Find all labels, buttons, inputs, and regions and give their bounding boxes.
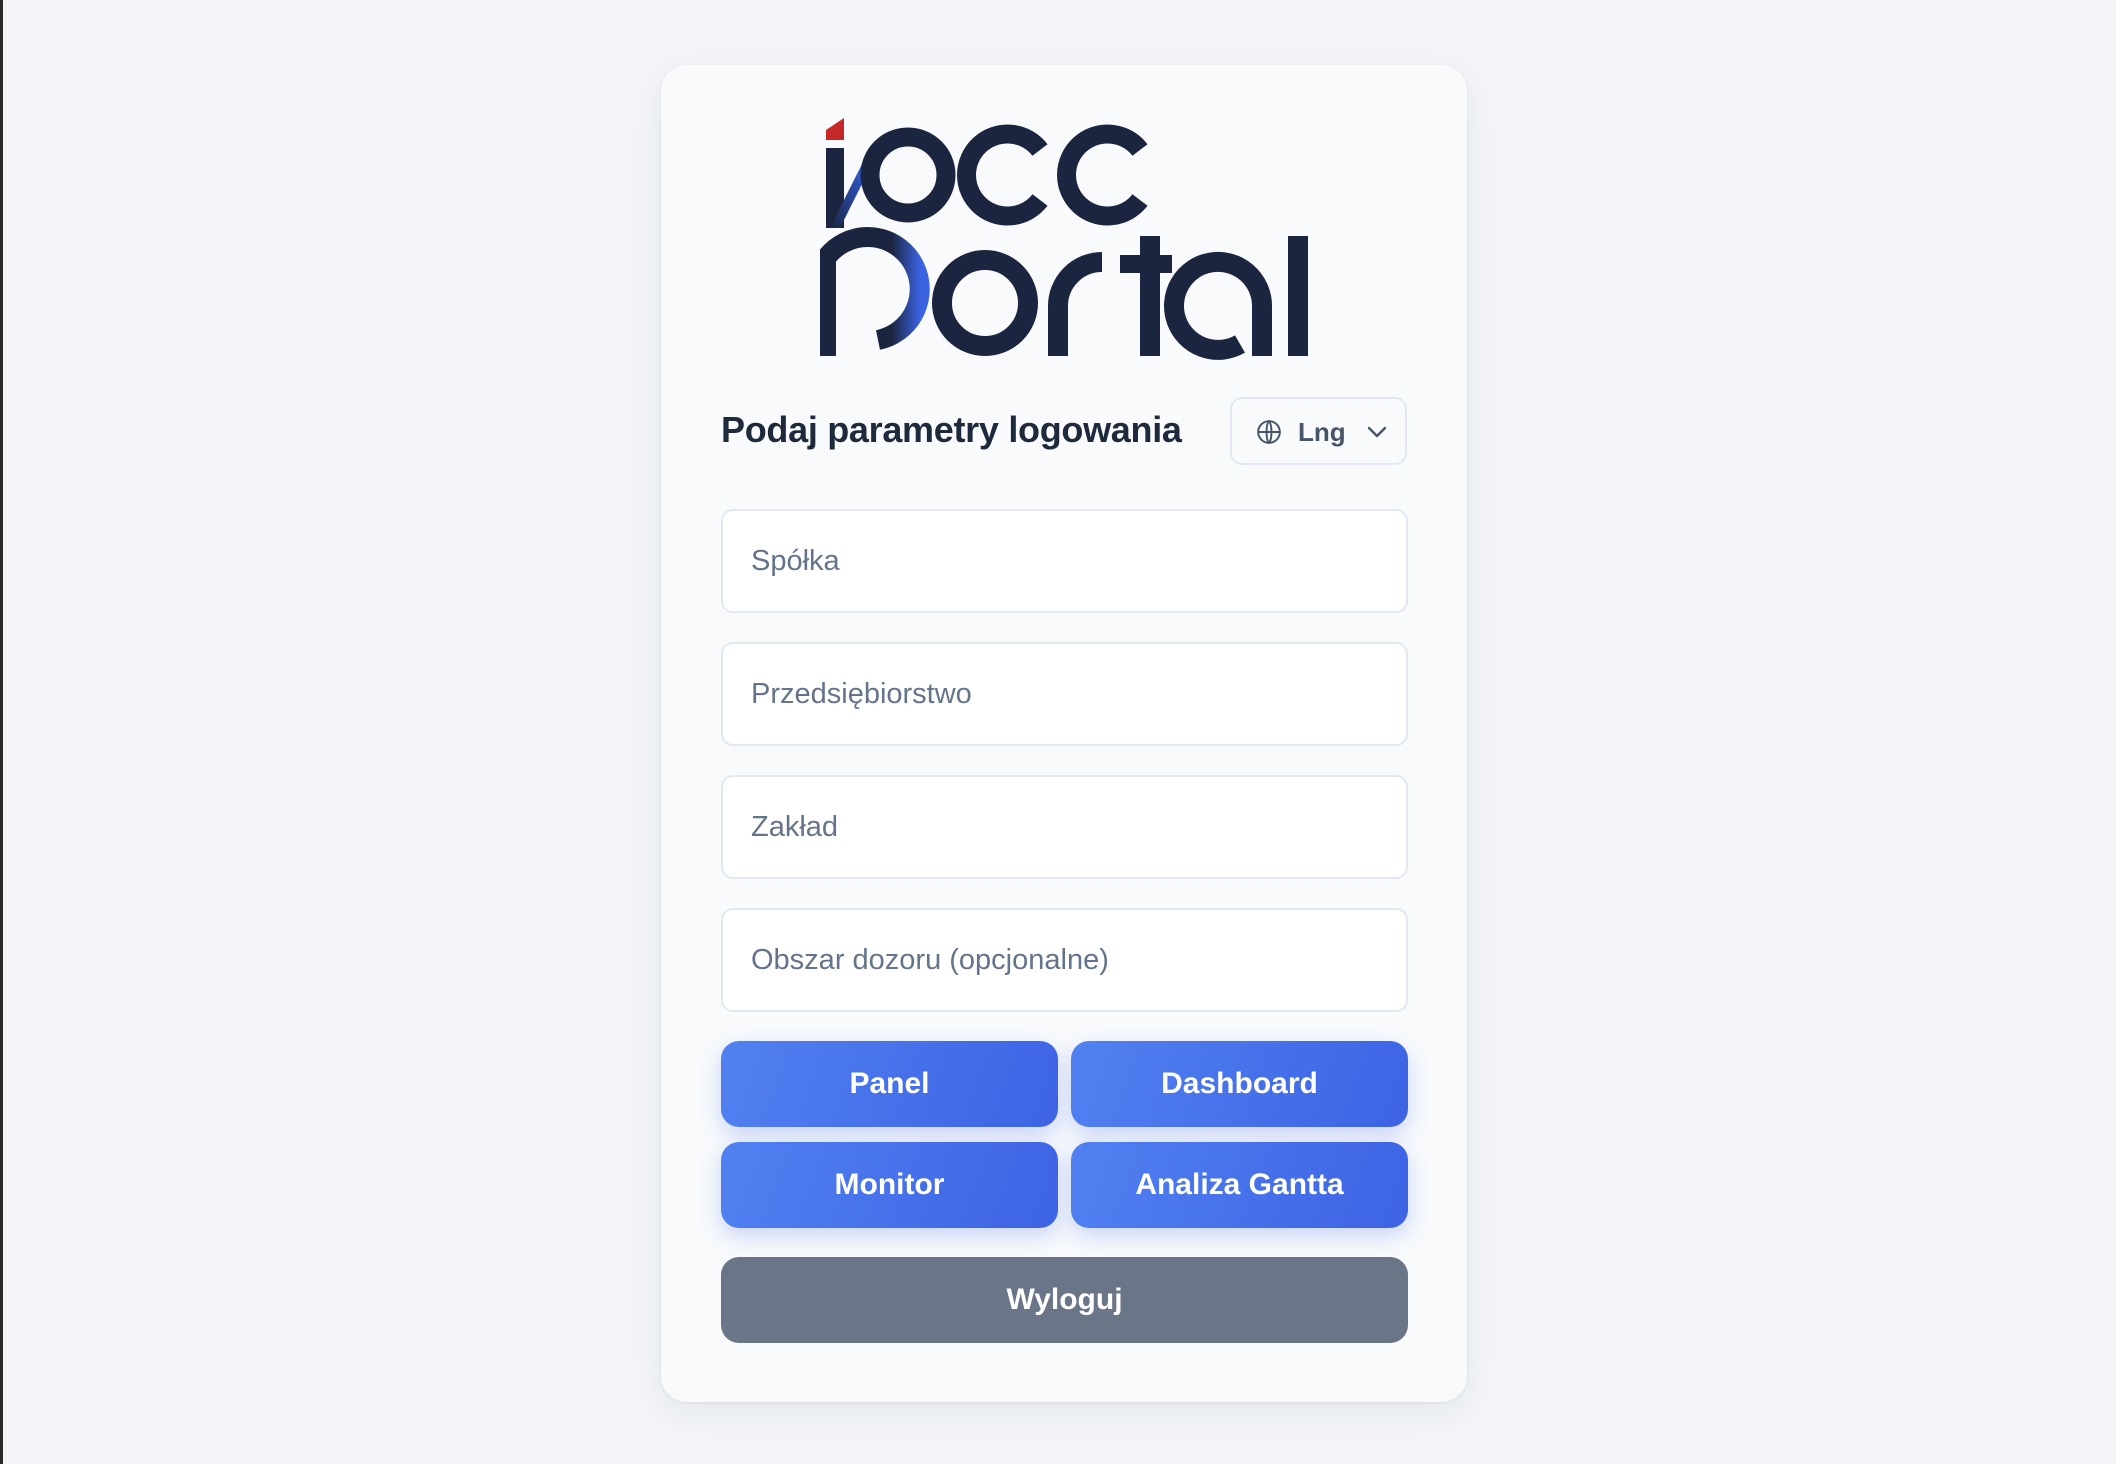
monitor-button[interactable]: Monitor	[721, 1142, 1058, 1228]
gantt-analysis-button[interactable]: Analiza Gantta	[1071, 1142, 1408, 1228]
window-edge	[0, 0, 3, 1464]
logout-button[interactable]: Wyloguj	[721, 1257, 1408, 1343]
chevron-down-icon	[1367, 426, 1387, 438]
dashboard-button[interactable]: Dashboard	[1071, 1041, 1408, 1127]
enterprise-input[interactable]	[721, 642, 1408, 746]
login-header: Podaj parametry logowania Lng	[721, 397, 1408, 465]
company-input[interactable]	[721, 509, 1408, 613]
language-label: Lng	[1298, 417, 1346, 447]
supervision-area-input[interactable]	[721, 908, 1408, 1012]
globe-icon	[1257, 419, 1281, 445]
iocc-portal-logo: portal	[820, 118, 1308, 360]
panel-button[interactable]: Panel	[721, 1041, 1058, 1127]
language-selector[interactable]: Lng	[1230, 397, 1407, 465]
login-heading: Podaj parametry logowania	[721, 409, 1182, 450]
plant-input[interactable]	[721, 775, 1408, 879]
